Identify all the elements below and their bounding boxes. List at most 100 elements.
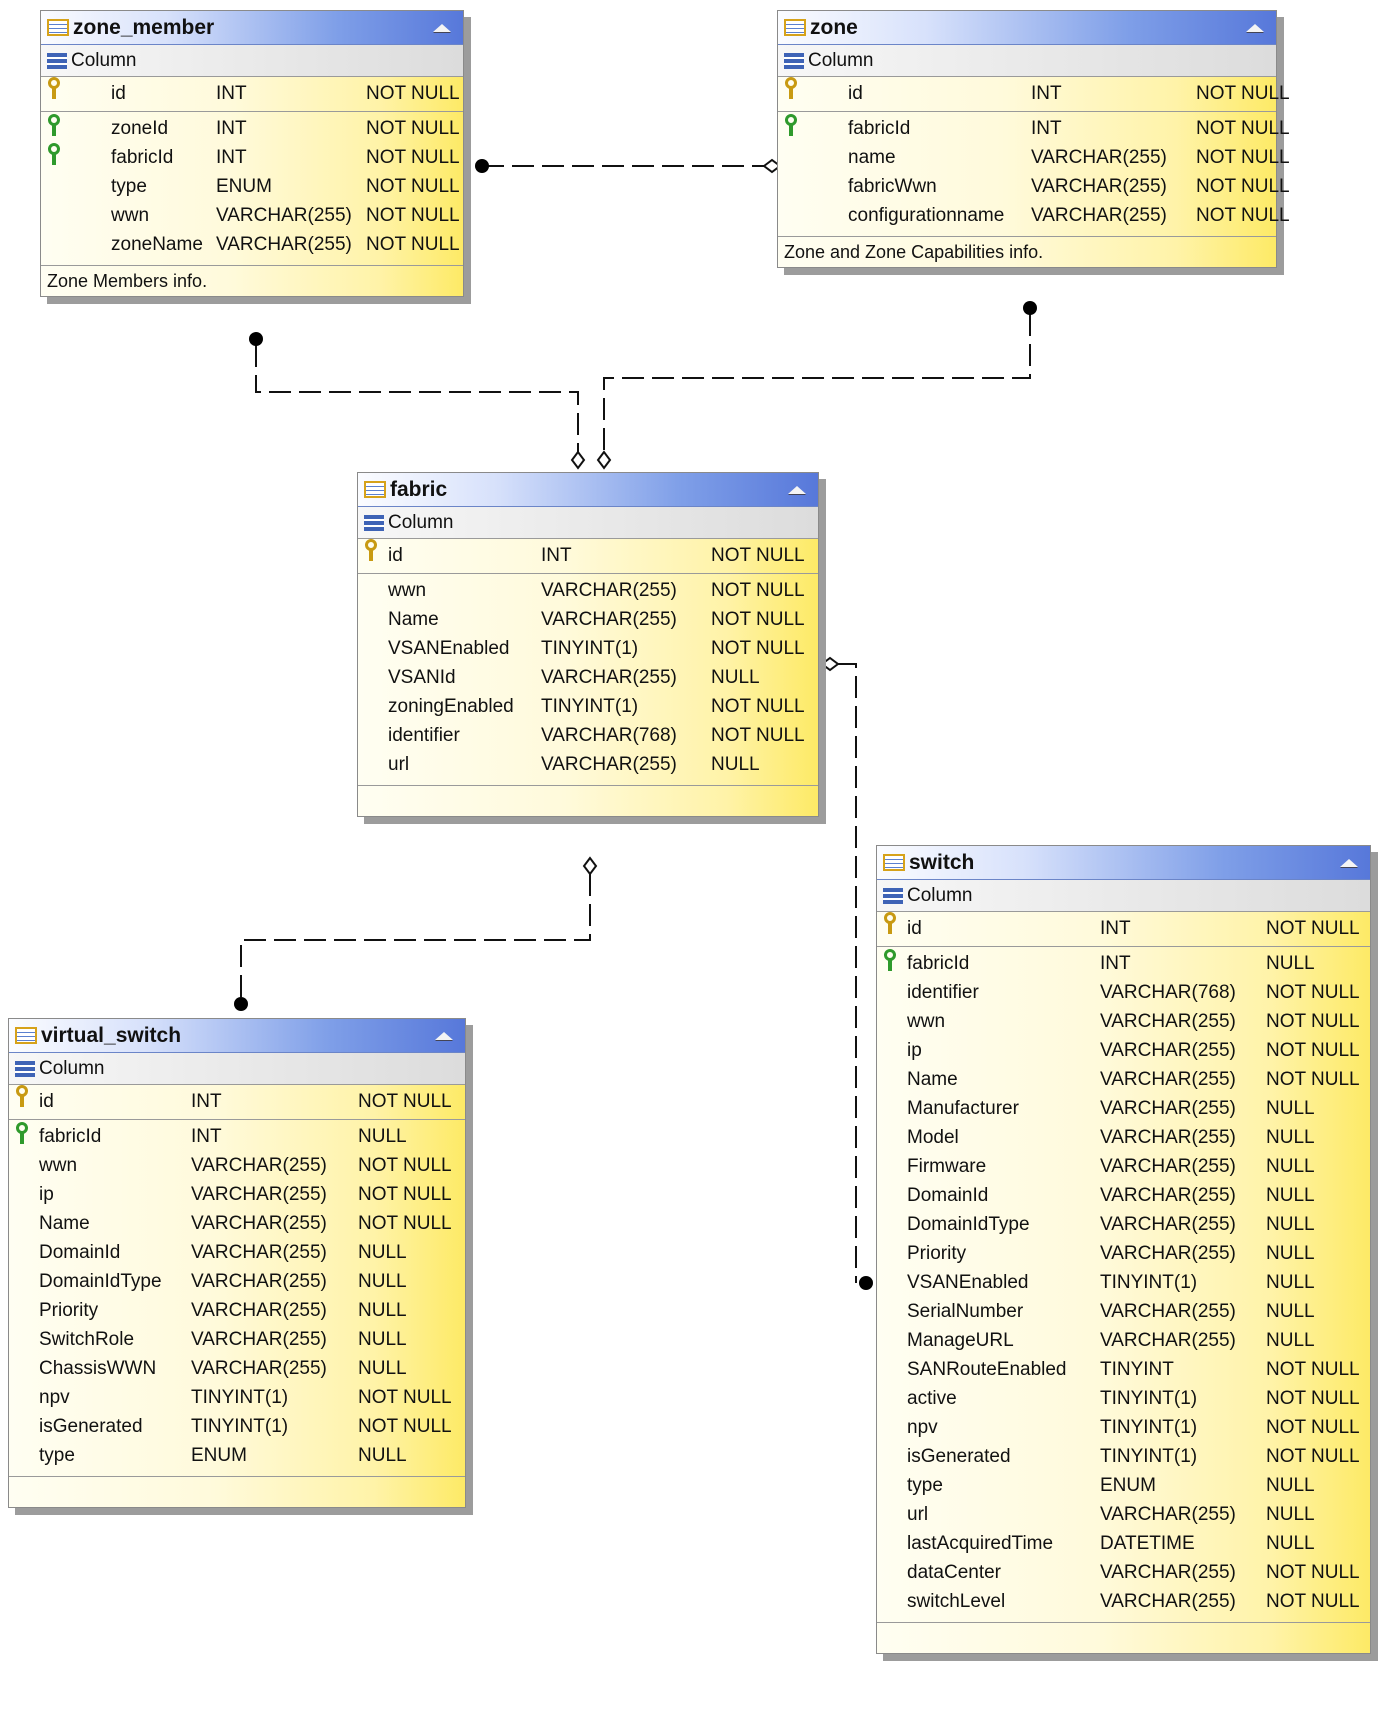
column-row[interactable]: SANRouteEnabled TINYINT NOT NULL — [877, 1355, 1370, 1384]
column-nullability: NOT NULL — [358, 1155, 452, 1176]
column-row[interactable]: wwn VARCHAR(255) NOT NULL — [41, 201, 463, 230]
column-row[interactable]: fabricId INT NULL — [877, 949, 1370, 978]
column-row[interactable]: lastAcquiredTime DATETIME NULL — [877, 1529, 1370, 1558]
column-type: VARCHAR(255) — [216, 234, 352, 255]
column-row[interactable]: ManageURL VARCHAR(255) NULL — [877, 1326, 1370, 1355]
one-end-switch-left — [859, 1276, 873, 1290]
collapse-arrow-icon[interactable] — [788, 485, 806, 494]
column-row[interactable]: ip VARCHAR(255) NOT NULL — [9, 1180, 465, 1209]
column-row[interactable]: type ENUM NULL — [9, 1441, 465, 1470]
column-row[interactable]: npv TINYINT(1) NOT NULL — [877, 1413, 1370, 1442]
column-name: VSANEnabled — [388, 638, 510, 659]
column-type: ENUM — [191, 1445, 247, 1466]
collapse-arrow-icon[interactable] — [433, 23, 451, 32]
column-row[interactable]: DomainIdType VARCHAR(255) NULL — [9, 1267, 465, 1296]
collapse-arrow-icon[interactable] — [435, 1031, 453, 1040]
column-row[interactable]: zoneId INT NOT NULL — [41, 114, 463, 143]
column-row[interactable]: fabricWwn VARCHAR(255) NOT NULL — [778, 172, 1290, 201]
column-row[interactable]: ChassisWWN VARCHAR(255) NULL — [9, 1354, 465, 1383]
table-fabric[interactable]: fabric Column id INT NOT NULL wwn VARCHAR(255)… — [357, 472, 819, 817]
column-type: VARCHAR(255) — [1100, 1301, 1236, 1322]
collapse-arrow-icon[interactable] — [1340, 858, 1358, 867]
column-row[interactable]: Firmware VARCHAR(255) NULL — [877, 1152, 1370, 1181]
column-row[interactable]: zoneName VARCHAR(255) NOT NULL — [41, 230, 463, 259]
column-row[interactable]: VSANId VARCHAR(255) NULL — [358, 663, 818, 692]
column-name: fabricId — [39, 1126, 102, 1147]
primary-key-row[interactable]: id INT NOT NULL — [9, 1085, 465, 1120]
column-row[interactable]: Model VARCHAR(255) NULL — [877, 1123, 1370, 1152]
table-header[interactable]: zone_member — [41, 11, 463, 45]
column-row[interactable]: name VARCHAR(255) NOT NULL — [778, 143, 1290, 172]
column-nullability: NULL — [358, 1242, 407, 1263]
column-row[interactable]: url VARCHAR(255) NULL — [877, 1500, 1370, 1529]
column-row[interactable]: npv TINYINT(1) NOT NULL — [9, 1383, 465, 1412]
column-name: DomainId — [907, 1185, 989, 1206]
column-type: VARCHAR(255) — [541, 667, 677, 688]
column-row[interactable]: Priority VARCHAR(255) NULL — [9, 1296, 465, 1325]
column-row[interactable]: DomainIdType VARCHAR(255) NULL — [877, 1210, 1370, 1239]
column-name: dataCenter — [907, 1562, 1002, 1583]
primary-key-row[interactable]: id INT NOT NULL — [778, 77, 1290, 112]
column-row[interactable]: VSANEnabled TINYINT(1) NOT NULL — [358, 634, 818, 663]
column-name: id — [848, 83, 863, 104]
primary-key-row[interactable]: id INT NOT NULL — [877, 912, 1370, 947]
column-type: INT — [191, 1091, 222, 1112]
column-nullability: NOT NULL — [1196, 147, 1290, 168]
one-end-zone-member-right — [475, 159, 489, 173]
column-list: wwn VARCHAR(255) NOT NULL Name VARCHAR(255) N… — [358, 574, 818, 785]
column-type: VARCHAR(768) — [1100, 982, 1236, 1003]
column-nullability: NOT NULL — [1266, 982, 1360, 1003]
table-header[interactable]: zone — [778, 11, 1276, 45]
column-row[interactable]: fabricId INT NULL — [9, 1122, 465, 1151]
column-row[interactable]: url VARCHAR(255) NULL — [358, 750, 818, 779]
table-header[interactable]: fabric — [358, 473, 818, 507]
column-row[interactable]: Manufacturer VARCHAR(255) NULL — [877, 1094, 1370, 1123]
column-type: VARCHAR(255) — [191, 1184, 327, 1205]
column-row[interactable]: configurationname VARCHAR(255) NOT NULL — [778, 201, 1290, 230]
column-row[interactable]: zoningEnabled TINYINT(1) NOT NULL — [358, 692, 818, 721]
column-row[interactable]: wwn VARCHAR(255) NOT NULL — [358, 576, 818, 605]
column-row[interactable]: active TINYINT(1) NOT NULL — [877, 1384, 1370, 1413]
column-row[interactable]: DomainId VARCHAR(255) NULL — [9, 1238, 465, 1267]
column-row[interactable]: wwn VARCHAR(255) NOT NULL — [877, 1007, 1370, 1036]
column-nullability: NOT NULL — [1196, 205, 1290, 226]
column-nullability: NULL — [1266, 1156, 1315, 1177]
column-row[interactable]: Name VARCHAR(255) NOT NULL — [877, 1065, 1370, 1094]
column-row[interactable]: wwn VARCHAR(255) NOT NULL — [9, 1151, 465, 1180]
column-type: VARCHAR(255) — [1100, 1591, 1236, 1612]
column-row[interactable]: Name VARCHAR(255) NOT NULL — [9, 1209, 465, 1238]
column-row[interactable]: dataCenter VARCHAR(255) NOT NULL — [877, 1558, 1370, 1587]
primary-key-row[interactable]: id INT NOT NULL — [358, 539, 818, 574]
column-name: Priority — [907, 1243, 967, 1264]
column-row[interactable]: isGenerated TINYINT(1) NOT NULL — [877, 1442, 1370, 1471]
column-row[interactable]: fabricId INT NOT NULL — [41, 143, 463, 172]
table-zone-member[interactable]: zone_member Column id INT NOT NULL zoneId INT N… — [40, 10, 464, 297]
column-row[interactable]: DomainId VARCHAR(255) NULL — [877, 1181, 1370, 1210]
column-row[interactable]: ip VARCHAR(255) NOT NULL — [877, 1036, 1370, 1065]
column-row[interactable]: switchLevel VARCHAR(255) NOT NULL — [877, 1587, 1370, 1616]
column-row[interactable]: type ENUM NULL — [877, 1471, 1370, 1500]
table-header[interactable]: switch — [877, 846, 1370, 880]
column-row[interactable]: SerialNumber VARCHAR(255) NULL — [877, 1297, 1370, 1326]
collapse-arrow-icon[interactable] — [1246, 23, 1264, 32]
table-name: zone_member — [73, 15, 215, 39]
column-row[interactable]: identifier VARCHAR(768) NOT NULL — [358, 721, 818, 750]
column-nullability: NOT NULL — [711, 725, 805, 746]
table-header[interactable]: virtual_switch — [9, 1019, 465, 1053]
column-row[interactable]: SwitchRole VARCHAR(255) NULL — [9, 1325, 465, 1354]
primary-key-row[interactable]: id INT NOT NULL — [41, 77, 463, 112]
column-row[interactable]: identifier VARCHAR(768) NOT NULL — [877, 978, 1370, 1007]
column-nullability: NOT NULL — [366, 147, 460, 168]
column-row[interactable]: Priority VARCHAR(255) NULL — [877, 1239, 1370, 1268]
table-zone[interactable]: zone Column id INT NOT NULL fabricId INT NOT NU… — [777, 10, 1290, 268]
column-row[interactable]: Name VARCHAR(255) NOT NULL — [358, 605, 818, 634]
table-switch[interactable]: switch Column id INT NOT NULL fabricId INT NULL… — [876, 845, 1371, 1654]
column-row[interactable]: type ENUM NOT NULL — [41, 172, 463, 201]
table-virtual-switch[interactable]: virtual_switch Column id INT NOT NULL fabricI… — [8, 1018, 466, 1508]
column-row[interactable]: VSANEnabled TINYINT(1) NULL — [877, 1268, 1370, 1297]
column-row[interactable]: fabricId INT NOT NULL — [778, 114, 1290, 143]
table-name: zone — [810, 15, 858, 39]
column-row[interactable]: isGenerated TINYINT(1) NOT NULL — [9, 1412, 465, 1441]
one-end-zone-member-bottom — [249, 332, 263, 346]
column-type: INT — [541, 545, 572, 566]
